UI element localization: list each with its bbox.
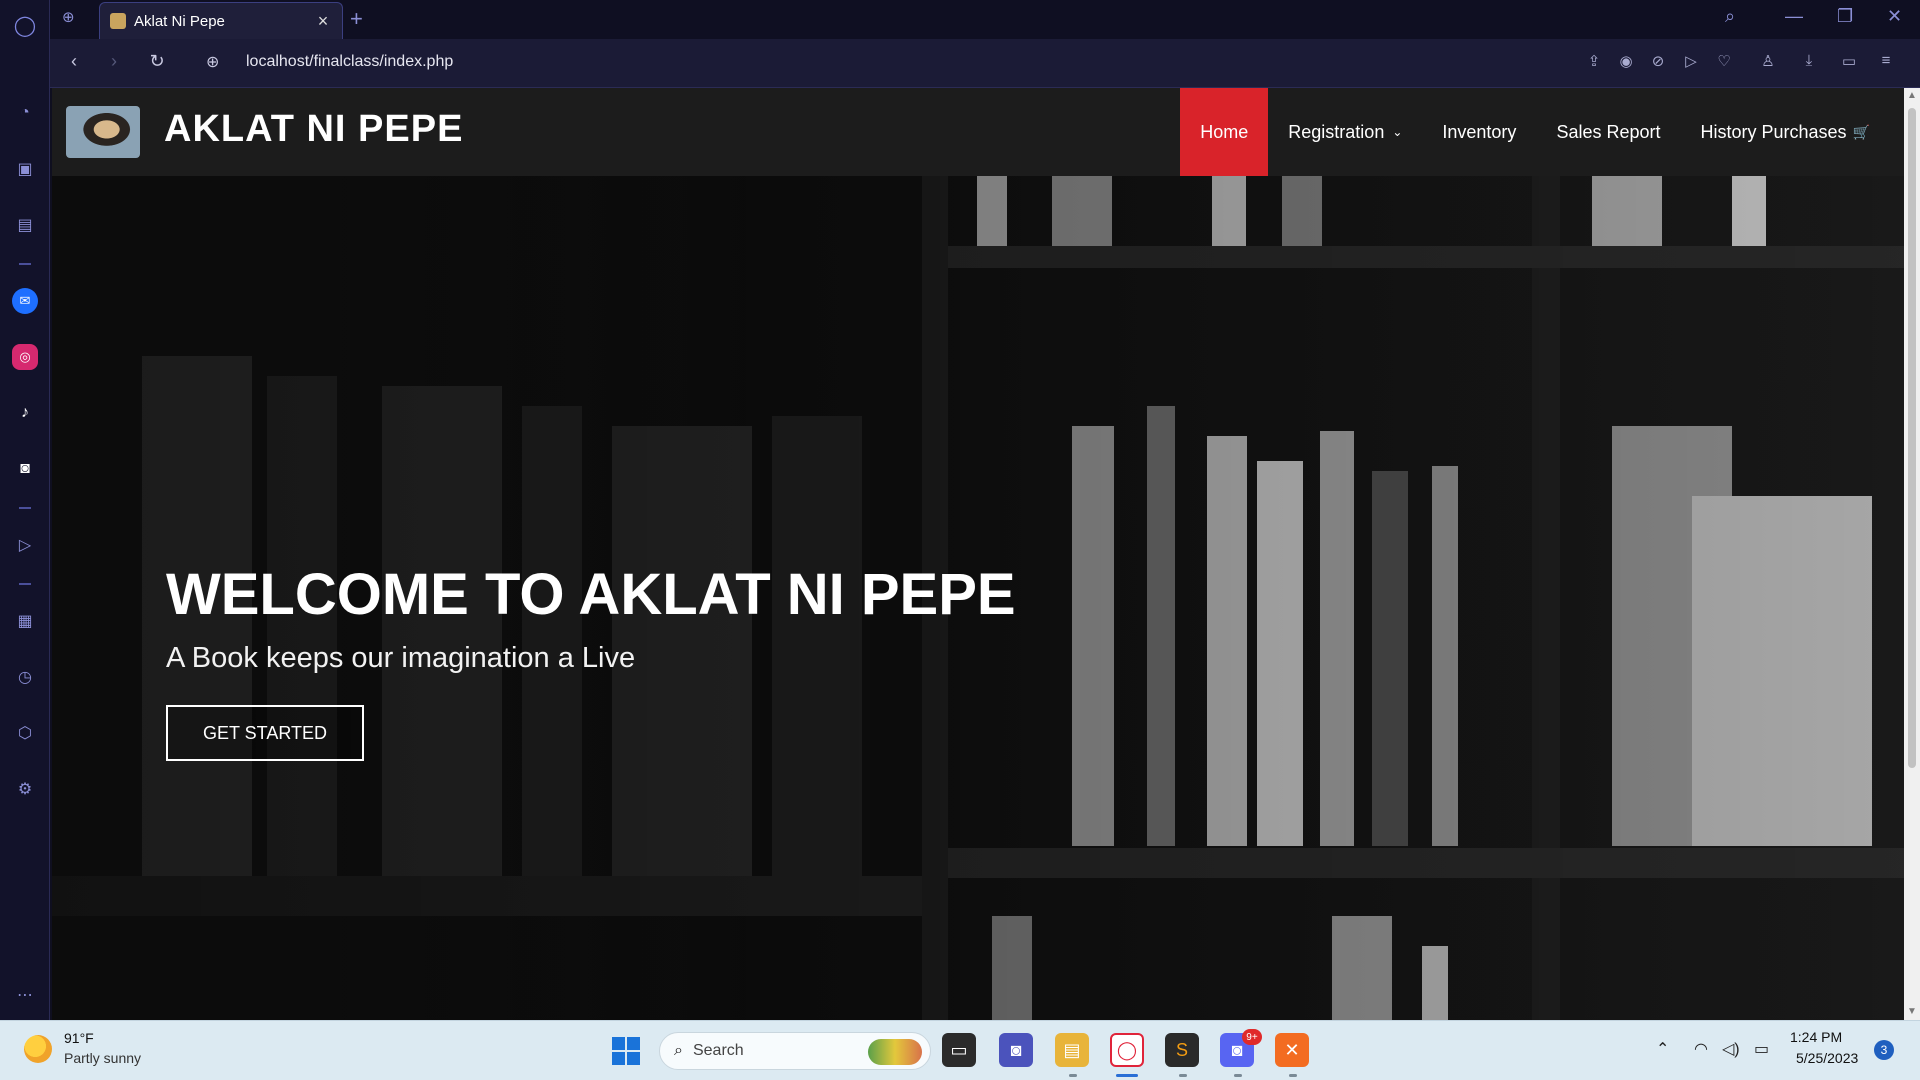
shopping-icon[interactable]: ▣ — [12, 156, 38, 182]
weather-temp[interactable]: 91°F — [64, 1030, 94, 1046]
nav-registration-label: Registration — [1288, 121, 1385, 142]
browser-sidebar: ◯ ◔ ▣ ▤ ✉ ◎ ♪ ◙ ▷ ▦ ◷ ⬡ ⚙ ⋯ — [0, 0, 50, 1020]
share-icon[interactable]: ⇪ — [1584, 52, 1604, 70]
search-tabs-icon[interactable]: ⌕ — [1725, 6, 1735, 27]
discord-icon[interactable]: ◙ — [12, 456, 38, 482]
nav-history-label: History Purchases — [1700, 121, 1847, 142]
profile-icon[interactable]: ♙ — [1758, 52, 1778, 70]
chevron-up-icon[interactable]: ⌃ — [1656, 1039, 1669, 1059]
weather-desc[interactable]: Partly sunny — [64, 1050, 141, 1066]
hero-section: WELCOME TO AKLAT NI PEPE A Book keeps ou… — [52, 176, 1904, 1020]
nav-home-label: Home — [1200, 121, 1249, 142]
back-icon[interactable]: ‹ — [62, 51, 86, 72]
clock-date[interactable]: 5/25/2023 — [1796, 1050, 1858, 1066]
clock-time[interactable]: 1:24 PM — [1790, 1029, 1842, 1045]
sidebar-separator — [19, 583, 31, 585]
wifi-icon[interactable]: ◠ — [1694, 1039, 1708, 1059]
tab-close-icon[interactable]: × — [314, 11, 332, 32]
main-nav: Home Registration ⌄ Inventory Sales Repor… — [1180, 88, 1904, 176]
opera-taskbar-icon[interactable]: ◯ — [1110, 1033, 1144, 1067]
twitch-icon[interactable]: ▤ — [12, 212, 38, 238]
nav-sales-report[interactable]: Sales Report — [1536, 88, 1680, 176]
cart-icon: 🛒 — [1852, 123, 1870, 140]
sublime-text-icon[interactable]: S — [1165, 1033, 1199, 1067]
active-indicator — [1116, 1074, 1138, 1077]
weather-icon[interactable] — [24, 1035, 52, 1063]
close-window-icon[interactable]: ✕ — [1887, 6, 1902, 27]
nav-sales-report-label: Sales Report — [1556, 121, 1661, 142]
more-icon[interactable]: ⋯ — [12, 982, 38, 1008]
address-bar: ‹ › ↻ ⊕ localhost/finalclass/index.php ⇪… — [50, 39, 1920, 88]
scroll-thumb[interactable] — [1908, 108, 1916, 768]
site-brand[interactable]: AKLAT NI PEPE — [164, 108, 463, 151]
settings-gear-icon[interactable]: ⚙ — [12, 776, 38, 802]
player-icon[interactable]: ▷ — [12, 532, 38, 558]
scroll-down-icon[interactable]: ▼ — [1907, 1006, 1917, 1017]
site-info-icon[interactable]: ⊕ — [206, 52, 219, 72]
nav-inventory-label: Inventory — [1442, 121, 1517, 142]
running-indicator — [1179, 1074, 1187, 1077]
hero-subtitle: A Book keeps our imagination a Live — [166, 642, 636, 674]
tab-favicon-icon — [110, 13, 126, 29]
easy-setup-icon[interactable]: ≡ — [1876, 52, 1896, 69]
send-icon[interactable]: ▷ — [1681, 52, 1701, 70]
windows-start-icon[interactable] — [612, 1037, 640, 1065]
search-icon: ⌕ — [674, 1042, 683, 1059]
task-view-icon[interactable]: ▭ — [942, 1033, 976, 1067]
teams-chat-icon[interactable]: ◙ — [999, 1033, 1033, 1067]
taskbar-search[interactable]: ⌕ Search — [659, 1032, 931, 1070]
battery-saver-icon[interactable]: ▭ — [1839, 52, 1859, 70]
forward-icon[interactable]: › — [102, 51, 126, 72]
web-page: AKLAT NI PEPE Home Registration ⌄ Invento… — [52, 88, 1904, 1020]
notification-badge[interactable]: 3 — [1874, 1040, 1894, 1060]
get-started-button[interactable]: GET STARTED — [166, 705, 364, 761]
opera-logo-icon[interactable]: ◯ — [12, 12, 38, 38]
nav-history-purchases[interactable]: History Purchases 🛒 — [1681, 88, 1905, 176]
tab-strip: ⊕ Aklat Ni Pepe × + ⌕ — ❐ ✕ — [50, 0, 1920, 39]
running-indicator — [1234, 1074, 1242, 1077]
taskbar: 91°F Partly sunny ⌕ Search ▭ ◙ ▤ ◯ S ◙ 9… — [0, 1020, 1920, 1080]
running-indicator — [1069, 1074, 1077, 1077]
tab-title: Aklat Ni Pepe — [134, 12, 225, 30]
extensions-icon[interactable]: ⬡ — [12, 720, 38, 746]
gamepad-icon[interactable]: ⊕ — [62, 8, 84, 30]
hero-title: WELCOME TO AKLAT NI PEPE — [166, 562, 1016, 627]
running-indicator — [1289, 1074, 1297, 1077]
sidebar-separator — [19, 507, 31, 509]
tiktok-icon[interactable]: ♪ — [12, 400, 38, 426]
site-header: AKLAT NI PEPE Home Registration ⌄ Invento… — [52, 88, 1904, 176]
search-placeholder: Search — [692, 1042, 744, 1059]
page-scrollbar[interactable]: ▲ ▼ — [1904, 88, 1920, 1020]
volume-icon[interactable]: ◁) — [1722, 1039, 1740, 1059]
file-explorer-icon[interactable]: ▤ — [1055, 1033, 1089, 1067]
instagram-icon[interactable]: ◎ — [12, 344, 38, 370]
site-logo[interactable] — [66, 106, 140, 158]
nav-home[interactable]: Home — [1180, 88, 1269, 176]
sidebar-separator — [19, 263, 31, 265]
battery-icon[interactable]: ▭ — [1754, 1039, 1769, 1059]
adblock-icon[interactable]: ⊘ — [1648, 52, 1668, 70]
tab-active[interactable]: Aklat Ni Pepe × — [99, 2, 343, 39]
nav-registration[interactable]: Registration ⌄ — [1268, 88, 1422, 176]
history-icon[interactable]: ◷ — [12, 664, 38, 690]
messenger-icon[interactable]: ✉ — [12, 288, 38, 314]
url-field[interactable]: localhost/finalclass/index.php — [246, 53, 453, 71]
scroll-up-icon[interactable]: ▲ — [1907, 90, 1917, 101]
reload-icon[interactable]: ↻ — [145, 51, 169, 72]
discord-badge: 9+ — [1242, 1029, 1262, 1045]
search-highlight-icon — [868, 1039, 922, 1065]
heart-icon[interactable]: ♡ — [1714, 52, 1734, 70]
speed-dial-icon[interactable]: ◔ — [12, 100, 38, 126]
snapshot-icon[interactable]: ◉ — [1616, 52, 1636, 70]
workspaces-icon[interactable]: ▦ — [12, 608, 38, 634]
download-icon[interactable]: ⤓ — [1799, 52, 1819, 69]
xampp-icon[interactable]: ✕ — [1275, 1033, 1309, 1067]
new-tab-icon[interactable]: + — [350, 6, 363, 32]
nav-inventory[interactable]: Inventory — [1422, 88, 1536, 176]
chevron-down-icon: ⌄ — [1392, 125, 1403, 139]
restore-icon[interactable]: ❐ — [1837, 6, 1853, 27]
minimize-icon[interactable]: — — [1785, 6, 1803, 27]
